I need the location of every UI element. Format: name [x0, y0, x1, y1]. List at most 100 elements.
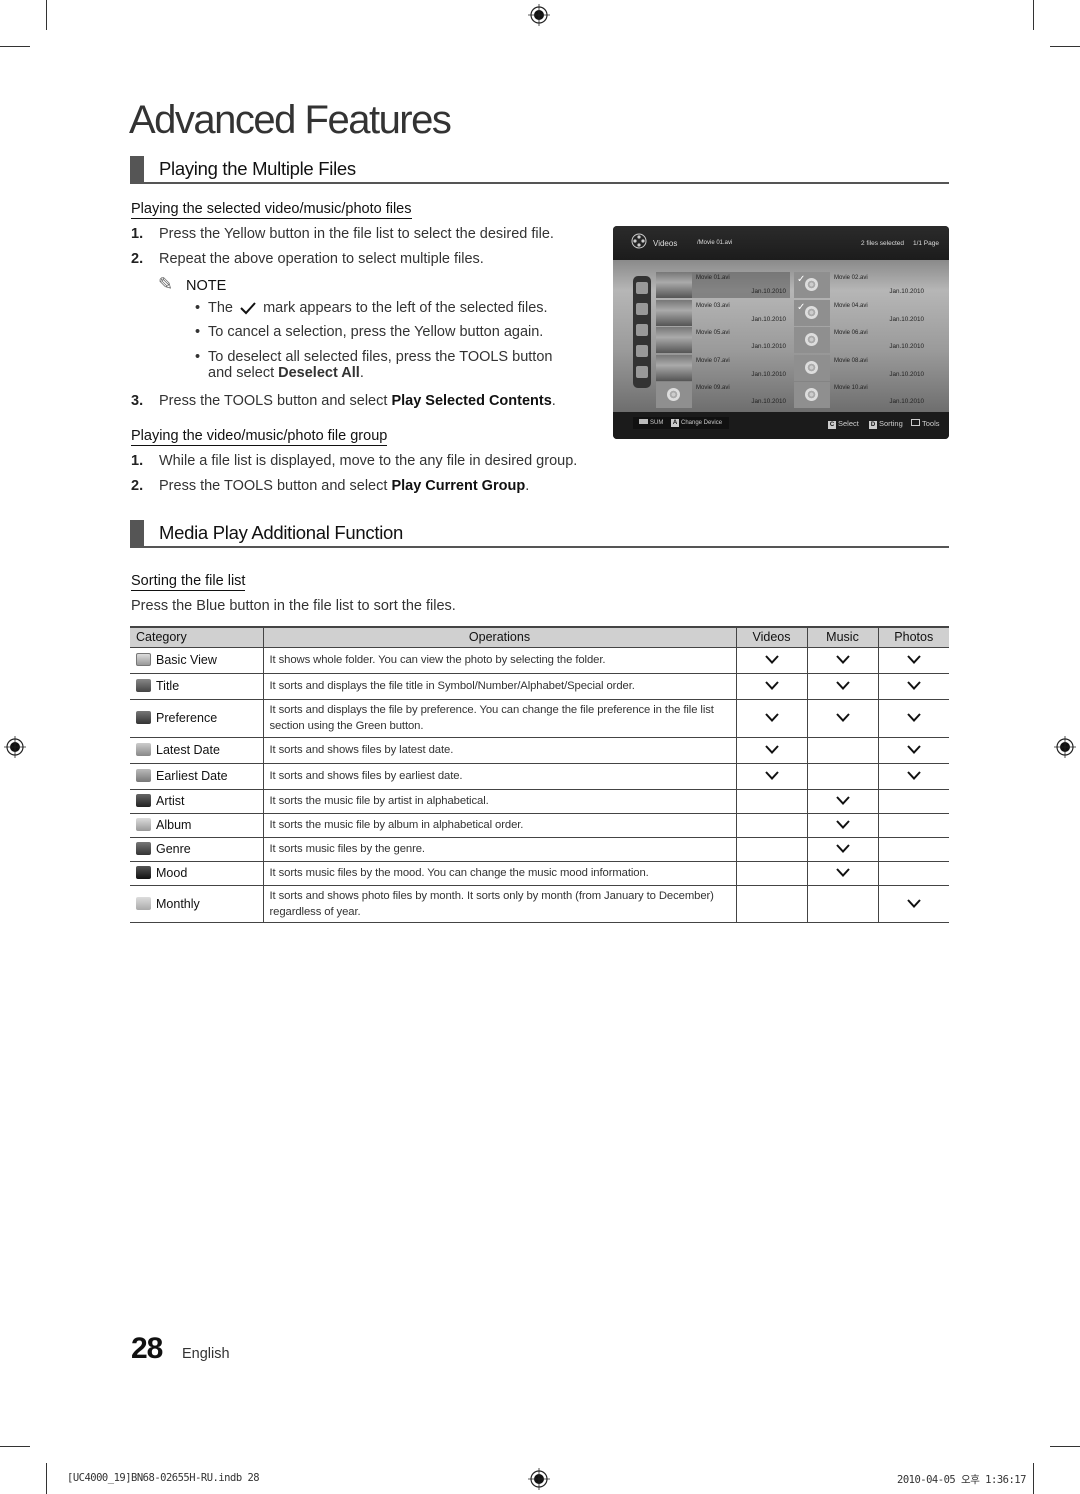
calendar-1-icon[interactable]: [636, 345, 648, 357]
artist-icon: [136, 794, 151, 807]
crop-mark: [46, 0, 47, 30]
tv-select-button[interactable]: C Select: [828, 419, 859, 429]
check-v-icon: [764, 655, 779, 664]
tv-file-date: Jan.10.2010: [751, 398, 786, 405]
tv-file-name: Movie 08.avi: [834, 357, 868, 364]
videos-support-cell: [735, 789, 807, 814]
tv-file-item[interactable]: Movie 01.avi Jan.10.2010: [656, 272, 790, 298]
header-videos: Videos: [735, 626, 807, 648]
tv-file-date: Jan.10.2010: [889, 398, 924, 405]
music-support-cell: [806, 763, 878, 790]
tv-header: Videos /Movie 01.avi 2 files selected 1/…: [613, 226, 949, 260]
tv-file-item[interactable]: Movie 05.avi Jan.10.2010: [656, 327, 790, 353]
az-icon: [136, 679, 151, 692]
crop-mark: [46, 1463, 47, 1494]
star-icon: [136, 711, 151, 724]
category-cell: Title: [130, 673, 263, 700]
category-label: Monthly: [156, 896, 200, 911]
star-icon[interactable]: [636, 366, 648, 378]
check-v-icon: [764, 771, 779, 780]
tv-file-item[interactable]: Movie 10.avi Jan.10.2010: [794, 382, 928, 408]
tv-file-name: Movie 10.avi: [834, 385, 868, 391]
operation-cell: It sorts and shows files by earliest dat…: [262, 763, 736, 790]
check-v-icon: [835, 681, 850, 690]
crop-mark: [0, 46, 30, 47]
music-support-cell: [806, 647, 878, 674]
tv-file-name: Movie 06.avi: [834, 330, 868, 336]
tv-file-name: Movie 02.avi: [834, 275, 868, 281]
videos-support-cell: [735, 861, 807, 886]
usb-icon: [639, 419, 648, 424]
tv-file-item[interactable]: Movie 03.avi Jan.10.2010: [656, 299, 790, 326]
header-category: Category: [130, 626, 263, 648]
music-support-cell: [806, 673, 878, 700]
tv-sorting-button[interactable]: D Sorting: [869, 419, 903, 429]
photos-support-cell: [877, 647, 949, 674]
category-label: Latest Date: [156, 743, 220, 757]
tv-file-item[interactable]: Movie 08.avi Jan.10.2010: [794, 354, 928, 381]
category-cell: Monthly: [130, 885, 263, 923]
check-v-icon: [907, 745, 921, 754]
section-heading-multiple-files: Playing the Multiple Files: [130, 156, 949, 184]
photos-support-cell: [877, 699, 949, 738]
tv-file-date: Jan.10.2010: [751, 315, 786, 323]
calendar-30-icon[interactable]: [636, 324, 648, 336]
tv-selection-status: 2 files selected: [861, 240, 904, 247]
section-bar: [130, 156, 144, 184]
print-slug-file: [UC4000_19]BN68-02655H-RU.indb 28: [67, 1472, 260, 1484]
category-label: Mood: [156, 866, 188, 880]
tv-file-item[interactable]: Movie 09.avi Jan.10.2010: [656, 382, 790, 408]
tv-file-item[interactable]: Movie 06.avi Jan.10.2010: [794, 327, 928, 353]
tv-sort-sidebar: [633, 276, 651, 388]
crop-mark: [0, 1446, 30, 1447]
folder-icon[interactable]: [636, 282, 648, 294]
photos-support-cell: [877, 813, 949, 838]
music-support-cell: [806, 699, 878, 738]
tv-file-item[interactable]: ✓ Movie 04.avi Jan.10.2010: [794, 299, 928, 326]
table-row: Artist It sorts the music file by artist …: [130, 789, 949, 814]
category-label: Title: [156, 679, 180, 693]
crop-mark: [1050, 1446, 1080, 1447]
genre-icon: [136, 842, 151, 855]
music-support-cell: [806, 737, 878, 764]
table-row: Earliest Date It sorts and shows files by…: [130, 763, 949, 790]
checkmark-icon: ✓: [797, 274, 806, 285]
calendar-1-icon: [136, 769, 151, 782]
category-label: Album: [156, 818, 192, 832]
tv-file-item[interactable]: ✓ Movie 02.avi Jan.10.2010: [794, 272, 928, 298]
table-header-row: Category Operations Videos Music Photos: [130, 626, 949, 648]
az-icon[interactable]: [636, 303, 648, 315]
check-v-icon: [835, 713, 850, 722]
tv-tools-button[interactable]: Tools: [911, 419, 940, 428]
tv-file-date: Jan.10.2010: [751, 288, 786, 295]
category-label: Genre: [156, 842, 191, 856]
category-cell: Genre: [130, 837, 263, 862]
page-language: English: [182, 1346, 230, 1362]
film-reel-icon: [794, 382, 830, 408]
film-reel-icon: [794, 354, 830, 381]
operation-cell: It sorts the music file by artist in alp…: [262, 789, 736, 814]
check-v-icon: [764, 713, 779, 722]
music-support-cell: [806, 861, 878, 886]
videos-support-cell: [735, 813, 807, 838]
category-cell: Artist: [130, 789, 263, 814]
check-v-icon: [835, 844, 850, 853]
tv-file-name: Movie 01.avi: [696, 275, 730, 281]
tv-change-device[interactable]: A Change Device: [671, 419, 722, 427]
photos-support-cell: [877, 837, 949, 862]
operation-cell: It sorts and displays the file by prefer…: [262, 699, 736, 738]
tv-file-item[interactable]: Movie 07.avi Jan.10.2010: [656, 354, 790, 381]
operation-cell: It sorts and shows files by latest date.: [262, 737, 736, 764]
print-slug-timestamp: 2010-04-05 오후 1:36:17: [897, 1474, 1026, 1486]
calendar-30-icon: [136, 743, 151, 756]
registration-mark-icon: [528, 1468, 550, 1490]
check-v-icon: [764, 745, 779, 754]
folder-icon: [136, 653, 151, 666]
photos-support-cell: [877, 737, 949, 764]
sorting-intro: Press the Blue button in the file list t…: [131, 598, 456, 614]
category-cell: Album: [130, 813, 263, 838]
tv-file-date: Jan.10.2010: [751, 343, 786, 350]
check-v-icon: [835, 655, 850, 664]
section-heading-additional-function: Media Play Additional Function: [130, 520, 949, 548]
checkmark-icon: ✓: [797, 301, 806, 313]
